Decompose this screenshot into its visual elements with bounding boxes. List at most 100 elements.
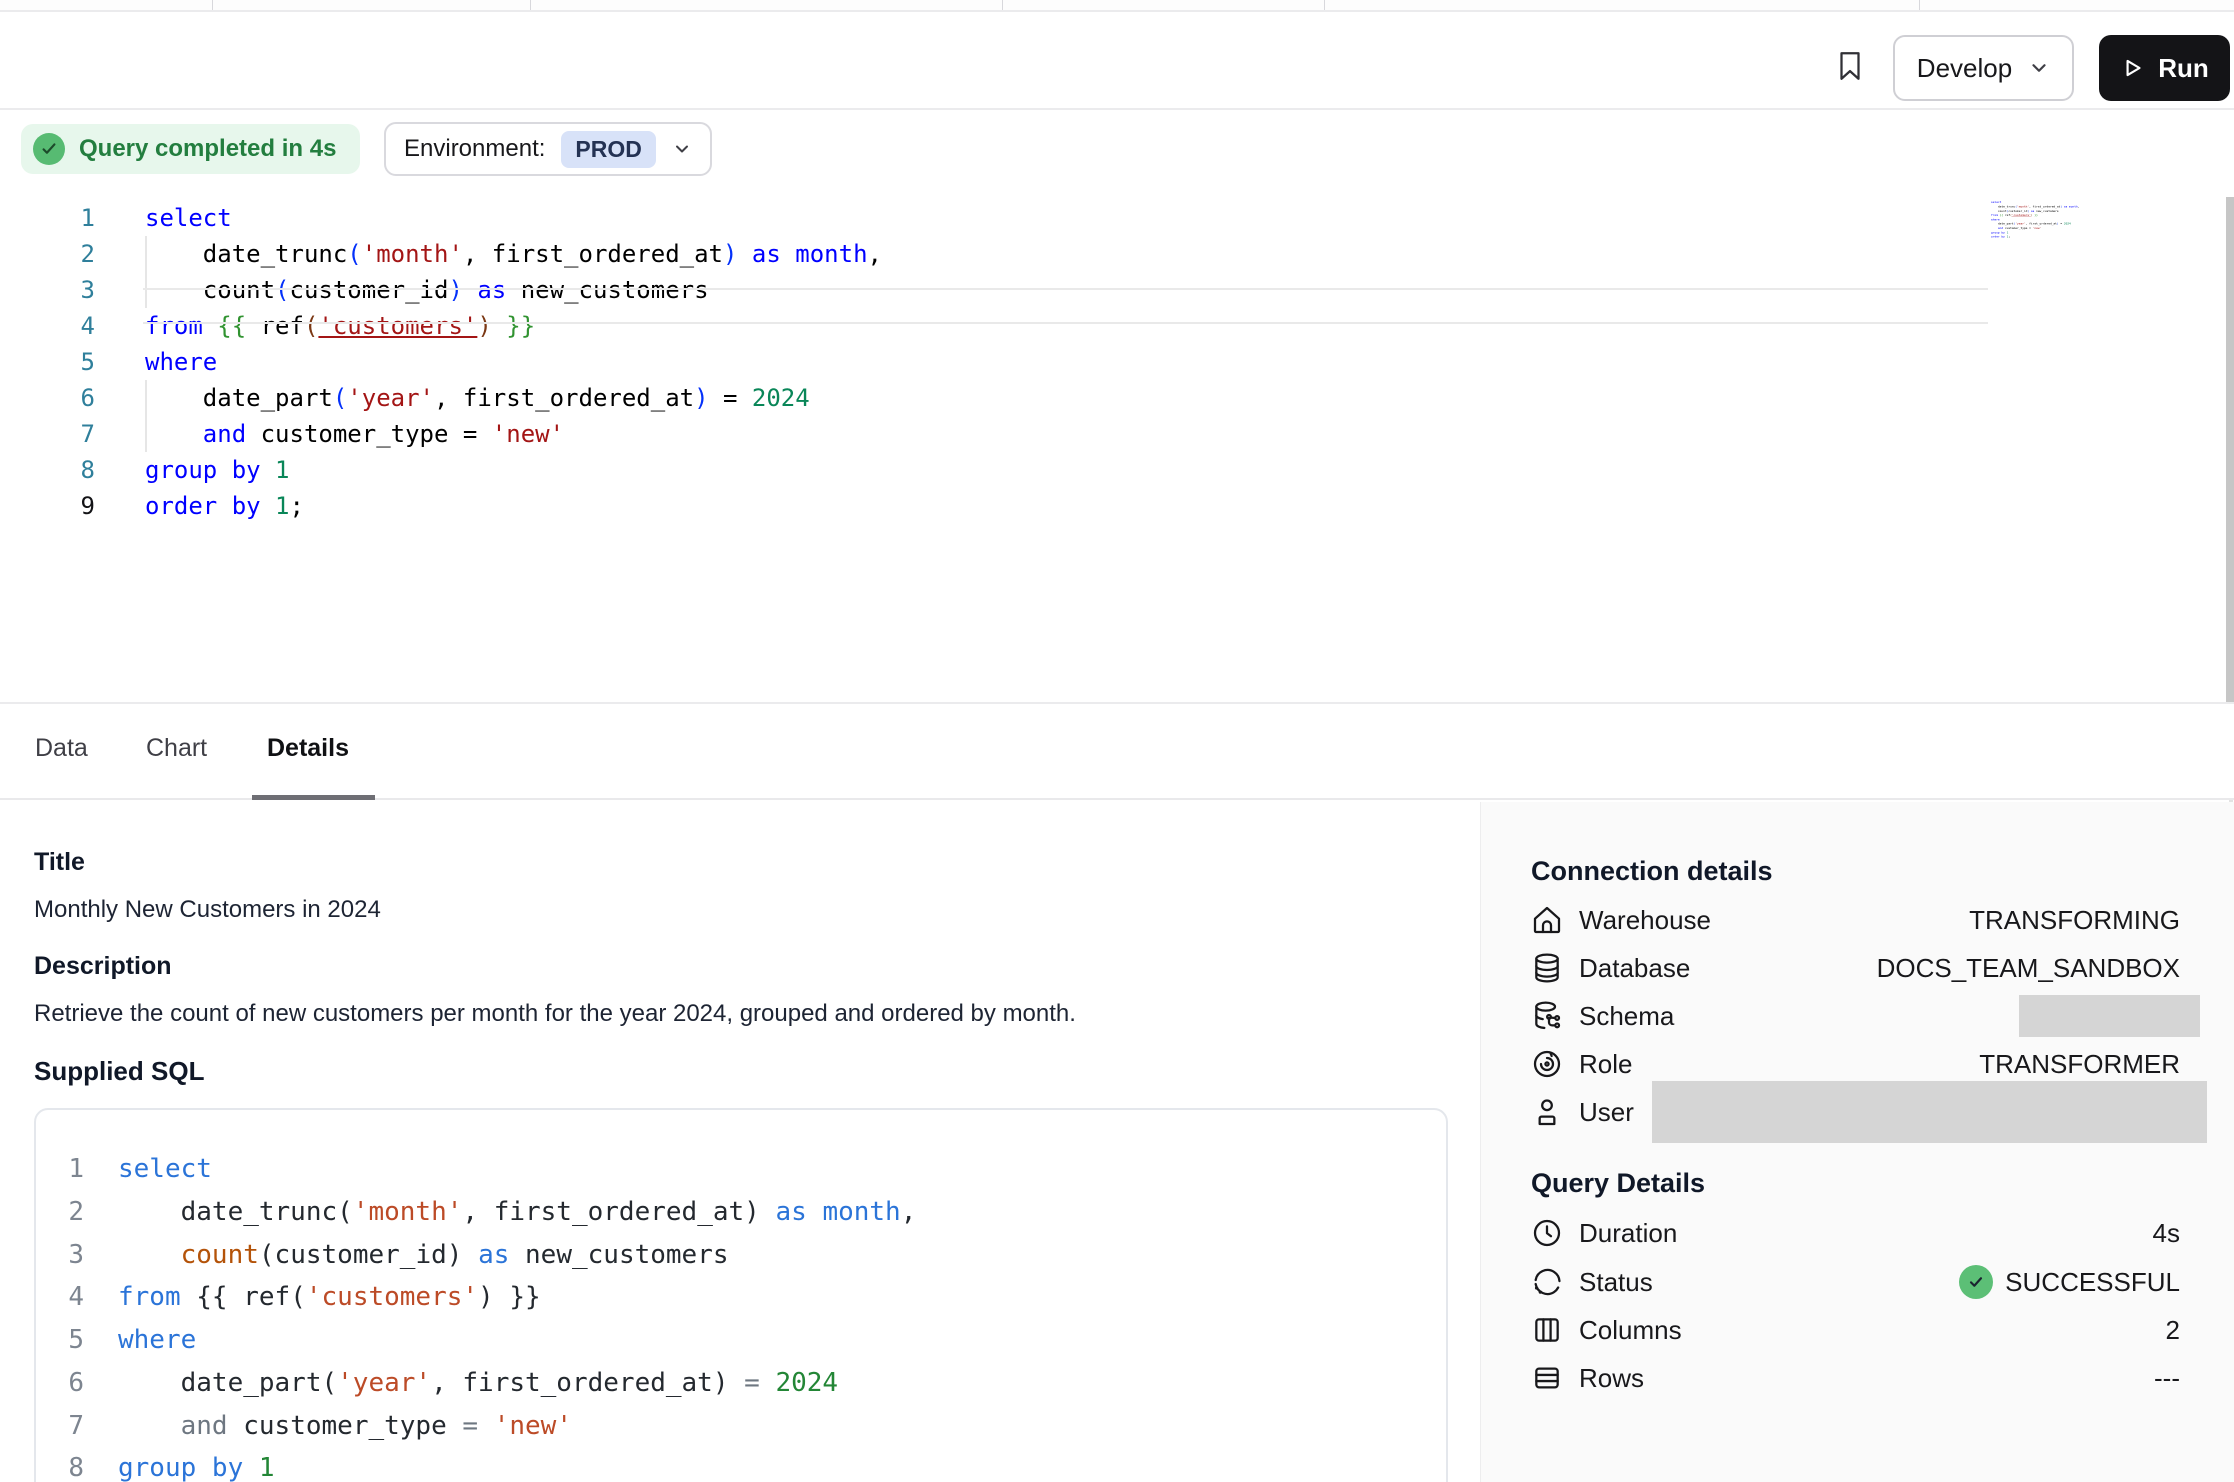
duration-icon bbox=[1531, 1217, 1563, 1249]
code-line: 4from {{ ref('customers') }} bbox=[36, 1276, 1446, 1319]
editor-scrollbar[interactable] bbox=[2226, 197, 2234, 705]
database-value: DOCS_TEAM_SANDBOX bbox=[1877, 953, 2180, 984]
environment-value-chip: PROD bbox=[561, 131, 655, 168]
user-icon bbox=[1531, 1096, 1563, 1128]
line-number: 1 bbox=[0, 200, 95, 236]
title-value: Monthly New Customers in 2024 bbox=[34, 896, 381, 924]
editor-minimap[interactable]: select date_trunc('month', first_ordered… bbox=[1991, 200, 2116, 246]
schema-label: Schema bbox=[1579, 1001, 1674, 1032]
user-value bbox=[1652, 1081, 2180, 1143]
warehouse-icon bbox=[1531, 904, 1563, 936]
tab-separator bbox=[212, 0, 213, 10]
environment-label: Environment: bbox=[404, 135, 545, 163]
line-number: 1 bbox=[36, 1148, 84, 1191]
sql-editor[interactable]: 1select2 date_trunc('month', first_order… bbox=[0, 200, 2234, 704]
code-line: 8group by 1 bbox=[0, 452, 2234, 488]
editor-code-lines: 1select2 date_trunc('month', first_order… bbox=[0, 200, 2234, 524]
code-line: 3 count(customer_id) as new_customers bbox=[36, 1234, 1446, 1277]
warehouse-row: Warehouse TRANSFORMING bbox=[1531, 896, 2180, 944]
code-line: 5where bbox=[36, 1319, 1446, 1362]
columns-icon bbox=[1531, 1314, 1563, 1346]
schema-value bbox=[2019, 995, 2180, 1037]
develop-dropdown-label: Develop bbox=[1917, 53, 2012, 84]
success-check-icon bbox=[1959, 1265, 1993, 1299]
rows-row: Rows --- bbox=[1531, 1354, 2180, 1402]
database-label: Database bbox=[1579, 953, 1690, 984]
rows-label: Rows bbox=[1579, 1363, 1644, 1394]
play-icon bbox=[2120, 55, 2146, 81]
active-tab-underline bbox=[252, 795, 375, 800]
status-value: SUCCESSFUL bbox=[1959, 1265, 2180, 1299]
tab-separator bbox=[1002, 0, 1003, 10]
indent-guide bbox=[145, 380, 147, 452]
line-number: 7 bbox=[0, 416, 95, 452]
line-number: 3 bbox=[36, 1234, 84, 1277]
query-details-heading: Query Details bbox=[1531, 1168, 1705, 1199]
user-label: User bbox=[1579, 1097, 1634, 1128]
role-label: Role bbox=[1579, 1049, 1632, 1080]
connection-details-heading: Connection details bbox=[1531, 856, 1773, 887]
chevron-down-icon bbox=[2028, 57, 2050, 79]
top-tab-strip bbox=[0, 0, 2234, 12]
line-number: 9 bbox=[0, 488, 95, 524]
run-button[interactable]: Run bbox=[2099, 35, 2230, 101]
code-line: 2 date_trunc('month', first_ordered_at) … bbox=[0, 236, 2234, 272]
warehouse-label: Warehouse bbox=[1579, 905, 1711, 936]
develop-dropdown-button[interactable]: Develop bbox=[1893, 35, 2074, 101]
run-button-label: Run bbox=[2158, 53, 2209, 84]
toolbar: Develop Run bbox=[0, 12, 2234, 110]
code-line: order by 1; bbox=[1991, 235, 2111, 239]
code-line: 6 date_part('year', first_ordered_at) = … bbox=[0, 380, 2234, 416]
code-line: 6 date_part('year', first_ordered_at) = … bbox=[36, 1362, 1446, 1405]
title-heading: Title bbox=[34, 848, 85, 877]
line-number: 3 bbox=[0, 272, 95, 308]
role-icon bbox=[1531, 1048, 1563, 1080]
query-status-badge: Query completed in 4s bbox=[21, 124, 360, 174]
rows-icon bbox=[1531, 1362, 1563, 1394]
code-line: 2 date_trunc('month', first_ordered_at) … bbox=[36, 1191, 1446, 1234]
code-line: 7 and customer_type = 'new' bbox=[36, 1405, 1446, 1448]
supplied-sql-heading: Supplied SQL bbox=[34, 1056, 204, 1087]
description-value: Retrieve the count of new customers per … bbox=[34, 1000, 1076, 1028]
rows-value: --- bbox=[2154, 1363, 2180, 1394]
tab-data[interactable]: Data bbox=[35, 734, 88, 763]
details-side-panel: Connection details Warehouse TRANSFORMING… bbox=[1480, 802, 2234, 1482]
code-line: 1select bbox=[0, 200, 2234, 236]
status-label: Status bbox=[1579, 1267, 1653, 1298]
line-number: 7 bbox=[36, 1405, 84, 1448]
results-tab-bar: Data Chart Details bbox=[0, 704, 2234, 800]
supplied-sql-lines: 1select2 date_trunc('month', first_order… bbox=[36, 1148, 1446, 1482]
line-number: 5 bbox=[0, 344, 95, 380]
role-value: TRANSFORMER bbox=[1979, 1049, 2180, 1080]
dbt-ide-page: Develop Run Query completed in 4s Enviro… bbox=[0, 0, 2234, 1482]
line-number: 6 bbox=[36, 1362, 84, 1405]
code-line: 5where bbox=[0, 344, 2234, 380]
line-number: 8 bbox=[0, 452, 95, 488]
database-row: Database DOCS_TEAM_SANDBOX bbox=[1531, 944, 2180, 992]
code-line: 9order by 1; bbox=[0, 488, 2234, 524]
tab-details[interactable]: Details bbox=[267, 734, 349, 763]
bookmark-icon[interactable] bbox=[1833, 44, 1867, 88]
line-number: 5 bbox=[36, 1319, 84, 1362]
check-circle-icon bbox=[33, 133, 65, 165]
warehouse-value: TRANSFORMING bbox=[1969, 905, 2180, 936]
line-number: 8 bbox=[36, 1447, 84, 1482]
code-line: 7 and customer_type = 'new' bbox=[0, 416, 2234, 452]
duration-value: 4s bbox=[2153, 1218, 2180, 1249]
environment-selector[interactable]: Environment: PROD bbox=[384, 122, 712, 176]
tab-separator bbox=[1324, 0, 1325, 10]
active-line-highlight bbox=[143, 288, 1988, 324]
tab-separator bbox=[1919, 0, 1920, 10]
supplied-sql-block: 1select2 date_trunc('month', first_order… bbox=[34, 1108, 1448, 1482]
code-line: 8group by 1 bbox=[36, 1447, 1446, 1482]
columns-value: 2 bbox=[2166, 1315, 2180, 1346]
line-number: 2 bbox=[36, 1191, 84, 1234]
tab-chart[interactable]: Chart bbox=[146, 734, 207, 763]
redacted-value-box bbox=[2019, 995, 2200, 1037]
status-row: Status SUCCESSFUL bbox=[1531, 1258, 2180, 1306]
line-number: 6 bbox=[0, 380, 95, 416]
description-heading: Description bbox=[34, 952, 172, 981]
duration-label: Duration bbox=[1579, 1218, 1677, 1249]
chevron-down-icon bbox=[672, 139, 692, 159]
schema-row: Schema bbox=[1531, 992, 2180, 1040]
